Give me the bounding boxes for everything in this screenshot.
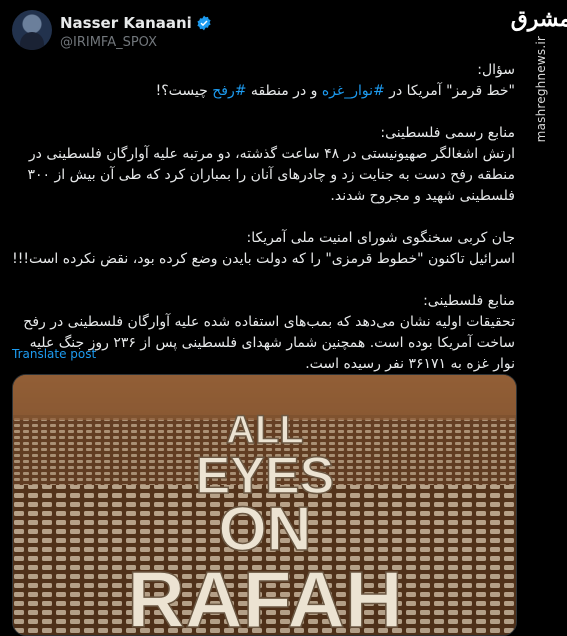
- question-text-1: "خط قرمز" آمریکا در: [384, 83, 515, 99]
- all-eyes-on-rafah-image: ALL EYES ON RAFAH: [13, 375, 516, 635]
- tweet-header: Nasser Kanaani @IRIMFA_SPOX: [12, 10, 512, 58]
- tweet-text: سؤال: "خط قرمز" آمریکا در #نوار_غزه و در…: [12, 60, 515, 375]
- author-name-row[interactable]: Nasser Kanaani: [60, 14, 212, 32]
- question-label: سؤال:: [477, 62, 515, 78]
- media-image[interactable]: ALL EYES ON RAFAH: [12, 374, 517, 636]
- verified-badge-icon: [197, 15, 211, 31]
- source3-text: تحقیقات اولیه نشان می‌دهد که بمب‌های است…: [23, 314, 515, 372]
- hashtag-link-gaza[interactable]: #نوار_غزه: [322, 83, 385, 99]
- author-name[interactable]: Nasser Kanaani: [60, 14, 192, 32]
- translate-post-link[interactable]: Translate post: [12, 347, 96, 361]
- question-text-3: چیست؟!: [155, 83, 213, 99]
- watermark-logo: مشرق: [510, 6, 567, 32]
- watermark-url: mashreghnews.ir: [534, 36, 548, 143]
- watermark: مشرق mashreghnews.ir: [511, 0, 567, 142]
- question-line: "خط قرمز" آمریکا در #نوار_غزه و در منطقه…: [12, 81, 515, 102]
- source2-text: اسرائیل تاکنون "خطوط قرمزی" را که دولت ب…: [12, 251, 515, 267]
- source2-label: جان کربی سخنگوی شورای امنیت ملی آمریکا:: [246, 230, 515, 246]
- source1-label: منابع رسمی فلسطینی:: [380, 125, 515, 141]
- hashtag-link-rafah[interactable]: #رفح: [212, 83, 246, 99]
- image-text-rafah: RAFAH: [127, 555, 403, 635]
- avatar[interactable]: [12, 10, 52, 50]
- image-text-all: ALL: [226, 408, 304, 452]
- author-handle[interactable]: @IRIMFA_SPOX: [60, 35, 157, 50]
- source3-label: منابع فلسطینی:: [423, 293, 515, 309]
- source1-text: ارتش اشغالگر صهیونیستی در ۴۸ ساعت گذشته،…: [27, 146, 515, 204]
- question-text-2: و در منطقه: [246, 83, 322, 99]
- image-text-on: ON: [219, 495, 312, 564]
